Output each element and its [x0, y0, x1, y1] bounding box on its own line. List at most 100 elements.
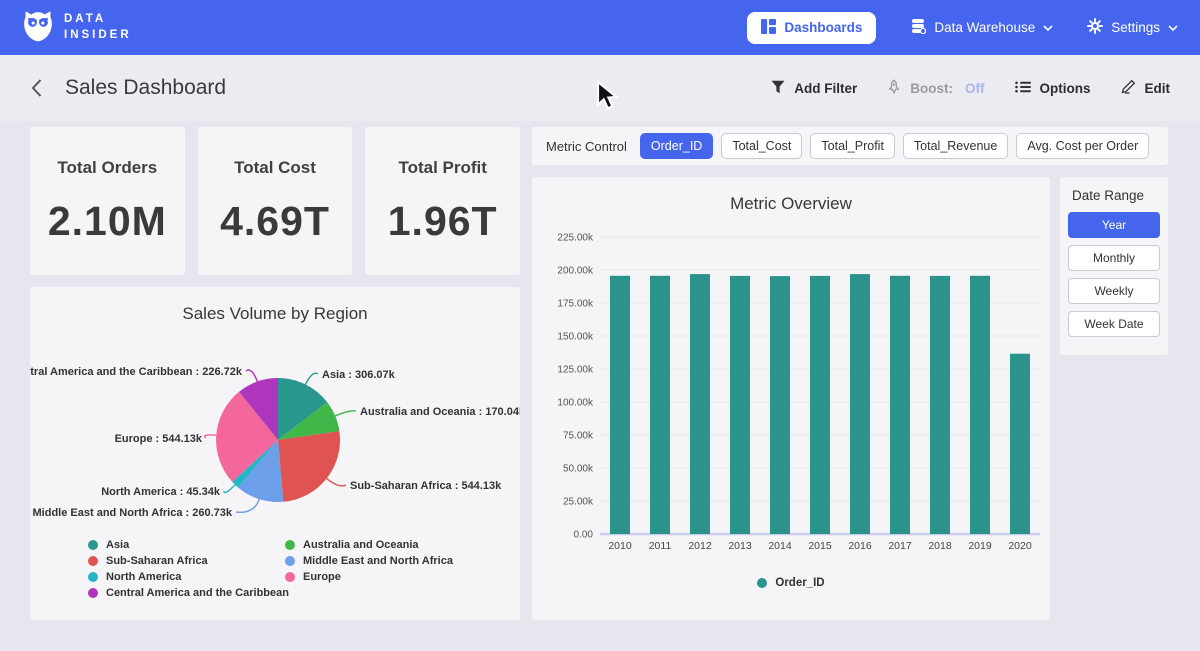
legend-dot [88, 588, 98, 598]
bar-2010[interactable] [610, 276, 630, 534]
x-axis-tick: 2015 [808, 540, 832, 552]
kpi-card-total-profit: Total Profit 1.96T [365, 127, 520, 275]
pie-leader-line [224, 484, 236, 493]
logo-text: DATA INSIDER [64, 12, 132, 43]
legend-item-asia[interactable]: Asia [88, 537, 289, 553]
y-axis-tick: 175.00k [557, 299, 594, 310]
chevron-down-icon [1043, 20, 1053, 35]
rocket-icon [887, 79, 901, 97]
legend-item-europe[interactable]: Europe [285, 569, 453, 585]
x-axis-tick: 2018 [928, 540, 952, 552]
bar-2020[interactable] [1010, 354, 1030, 534]
kpi-value: 1.96T [388, 198, 498, 245]
chevron-down-icon [1168, 20, 1178, 35]
app-logo[interactable]: DATA INSIDER [22, 8, 132, 47]
legend-item-north-america[interactable]: North America [88, 569, 289, 585]
bar-chart-card: Metric Overview 0.0025.00k50.00k75.00k10… [532, 177, 1050, 620]
legend-dot [285, 556, 295, 566]
bar-2019[interactable] [970, 276, 990, 534]
kpi-label: Total Profit [398, 158, 486, 178]
x-axis-tick: 2014 [768, 540, 792, 552]
dashboards-grid-icon [761, 19, 776, 37]
pie-leader-line [236, 498, 260, 512]
database-icon [910, 18, 926, 37]
y-axis-tick: 50.00k [563, 464, 594, 475]
pie-label-sub-saharan-africa: Sub-Saharan Africa : 544.13k [350, 480, 502, 492]
date-range-button-monthly[interactable]: Monthly [1068, 245, 1160, 271]
bar-2011[interactable] [650, 276, 670, 534]
bar-chart-legend[interactable]: Order_ID [532, 577, 1050, 589]
y-axis-tick: 25.00k [563, 497, 594, 508]
page-title: Sales Dashboard [65, 76, 226, 100]
legend-label: Australia and Oceania [303, 539, 419, 551]
nav-dashboards-button[interactable]: Dashboards [747, 12, 876, 44]
bar-2017[interactable] [890, 276, 910, 534]
legend-item-middle-east-and-north-africa[interactable]: Middle East and North Africa [285, 553, 453, 569]
legend-label: Europe [303, 571, 341, 583]
pie-legend-column: Australia and Oceania Middle East and Nor… [285, 537, 453, 585]
kpi-row: Total Orders2.10M Total Cost 4.69T Total Pr… [30, 127, 520, 275]
y-axis-tick: 150.00k [557, 332, 594, 343]
bar-2012[interactable] [690, 274, 710, 534]
pie-label-north-america: North America : 45.34k [101, 486, 221, 498]
date-range-button-year[interactable]: Year [1068, 212, 1160, 238]
legend-item-australia-and-oceania[interactable]: Australia and Oceania [285, 537, 453, 553]
boost-toggle[interactable]: Boost:Off [887, 79, 984, 97]
legend-label: North America [106, 571, 181, 583]
kpi-label: Total Orders [57, 158, 157, 178]
bar-2013[interactable] [730, 276, 750, 534]
pie-label-australia-and-oceania: Australia and Oceania : 170.04k [360, 406, 520, 418]
metric-control-label: Metric Control [546, 139, 627, 154]
date-range-button-weekly[interactable]: Weekly [1068, 278, 1160, 304]
metric-button-order-id[interactable]: Order_ID [640, 133, 713, 159]
owl-logo-icon [22, 8, 54, 47]
pie-chart: Asia : 306.07kAustralia and Oceania : 17… [30, 328, 520, 536]
y-axis-tick: 75.00k [563, 431, 594, 442]
sales-dashboard-app: DATA INSIDER Dashboards Data Warehouse [0, 0, 1200, 651]
bar-2015[interactable] [810, 276, 830, 534]
kpi-value: 4.69T [220, 198, 330, 245]
x-axis-tick: 2019 [968, 540, 992, 552]
pie-legend-column: AsiaSub-Saharan Africa North America Centr… [88, 537, 289, 601]
metric-control-bar: Metric Control Order_ID Total_Cost Total_P… [532, 127, 1168, 165]
legend-label: Middle East and North Africa [303, 555, 453, 567]
pie-chart-card: Sales Volume by Region Asia : 306.07kAus… [30, 287, 520, 620]
metric-button-total-profit[interactable]: Total_Profit [810, 133, 895, 159]
edit-button[interactable]: Edit [1121, 79, 1171, 97]
bar-2014[interactable] [770, 276, 790, 534]
pie-leader-line [305, 373, 318, 385]
legend-dot [757, 578, 767, 588]
add-filter-button[interactable]: Add Filter [771, 80, 857, 97]
metric-button-total-revenue[interactable]: Total_Revenue [903, 133, 1008, 159]
metric-button-avg-cost-per-order[interactable]: Avg. Cost per Order [1016, 133, 1149, 159]
nav-settings-menu[interactable]: Settings [1087, 18, 1178, 37]
pie-slice-sub-saharan-africa[interactable] [278, 431, 340, 502]
bar-2016[interactable] [850, 274, 870, 534]
legend-dot [88, 572, 98, 582]
y-axis-tick: 225.00k [557, 233, 594, 244]
legend-dot [88, 540, 98, 550]
kpi-card-total-orders: Total Orders2.10M [30, 127, 185, 275]
nav-data-warehouse-menu[interactable]: Data Warehouse [910, 18, 1053, 37]
x-axis-tick: 2020 [1008, 540, 1032, 552]
y-axis-tick: 200.00k [557, 266, 594, 277]
back-button[interactable] [30, 78, 43, 98]
date-range-panel: Date Range Year Monthly Weekly Week Date [1060, 177, 1168, 355]
legend-label: Order_ID [775, 577, 824, 589]
legend-item-central-america-and-the-caribbean[interactable]: Central America and the Caribbean [88, 585, 289, 601]
date-range-label: Date Range [1072, 188, 1160, 203]
bar-chart-title: Metric Overview [532, 177, 1050, 214]
metric-button-total-cost[interactable]: Total_Cost [721, 133, 802, 159]
kpi-label: Total Cost [234, 158, 316, 178]
y-axis-tick: 100.00k [557, 398, 594, 409]
legend-item-sub-saharan-africa[interactable]: Sub-Saharan Africa [88, 553, 289, 569]
legend-dot [88, 556, 98, 566]
boost-status: Off [965, 81, 985, 96]
bar-2018[interactable] [930, 276, 950, 534]
date-range-button-week-date[interactable]: Week Date [1068, 311, 1160, 337]
x-axis-tick: 2016 [848, 540, 872, 552]
kpi-card-total-cost: Total Cost 4.69T [198, 127, 353, 275]
options-button[interactable]: Options [1015, 81, 1091, 96]
filter-funnel-icon [771, 80, 785, 97]
pie-label-central-america-and-the-caribbean: Central America and the Caribbean : 226.… [30, 366, 243, 378]
